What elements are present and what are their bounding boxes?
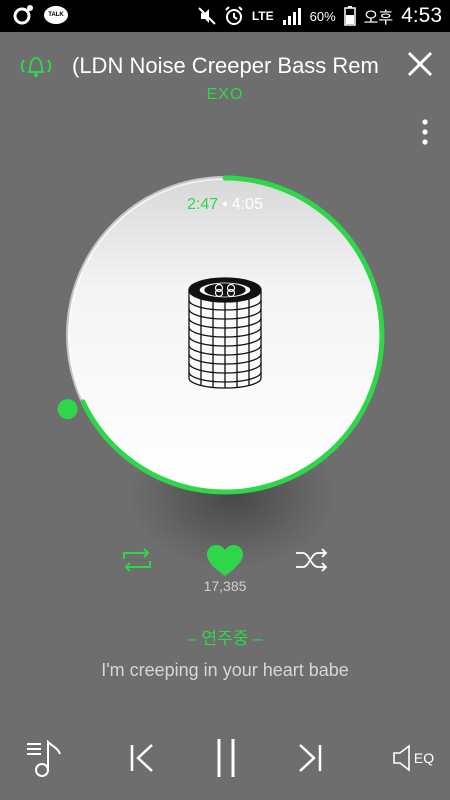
equalizer-button[interactable]: EQ: [388, 736, 438, 780]
equalizer-label: EQ: [413, 750, 435, 766]
more-menu-button[interactable]: [420, 118, 430, 148]
like-button[interactable]: [206, 544, 244, 578]
status-bar: TALK LTE 60% 오후 4:53: [0, 0, 450, 32]
player-header: (LDN Noise Creeper Bass Rem EXO: [0, 32, 450, 112]
heart-icon: [207, 545, 243, 576]
close-icon: [407, 51, 433, 77]
battery-percent: 60%: [309, 8, 336, 24]
battery-icon: [343, 6, 356, 26]
shuffle-icon: [296, 548, 328, 572]
repeat-icon: [123, 548, 151, 572]
alarm-clock-icon: [225, 6, 243, 25]
repeat-button[interactable]: [120, 548, 154, 572]
time-display: 2:47 • 4:05: [0, 196, 450, 214]
more-vertical-icon: [422, 119, 428, 145]
next-button[interactable]: [292, 736, 326, 780]
close-button[interactable]: [404, 48, 436, 80]
alarm-button[interactable]: [18, 52, 54, 80]
lyrics-status[interactable]: – 연주중 –: [0, 624, 450, 649]
progress-knob[interactable]: [57, 399, 78, 420]
melon-app-icon: [13, 5, 33, 25]
total-time: 4:05: [231, 196, 263, 213]
artist-name[interactable]: EXO: [0, 86, 450, 104]
pause-icon: [217, 739, 235, 777]
previous-button[interactable]: [126, 736, 160, 780]
clock: 4:53: [401, 4, 442, 27]
kakaotalk-icon: TALK: [44, 6, 68, 24]
pause-button[interactable]: [206, 736, 246, 780]
am-pm: 오후: [363, 10, 394, 27]
playlist-music-icon: [27, 739, 61, 777]
skip-previous-icon: [130, 744, 153, 772]
playlist-button[interactable]: [24, 736, 64, 780]
network-type: LTE: [251, 9, 274, 23]
like-count: 17,385: [203, 578, 247, 594]
song-title: (LDN Noise Creeper Bass Rem: [72, 53, 379, 78]
speaker-icon: [393, 744, 410, 772]
bell-ring-icon: [20, 56, 52, 77]
elapsed-time: 2:47: [187, 196, 219, 213]
signal-icon: [282, 8, 301, 25]
lyrics-line[interactable]: I'm creeping in your heart babe: [0, 660, 450, 681]
time-separator: •: [222, 196, 228, 213]
bottom-control-bar: EQ: [0, 730, 450, 790]
album-art: [188, 277, 262, 389]
shuffle-button[interactable]: [294, 548, 330, 572]
kakaotalk-badge-label: TALK: [48, 12, 64, 18]
mute-icon: [198, 7, 216, 25]
skip-next-icon: [299, 744, 322, 772]
playback-options: 17,385: [0, 540, 450, 600]
